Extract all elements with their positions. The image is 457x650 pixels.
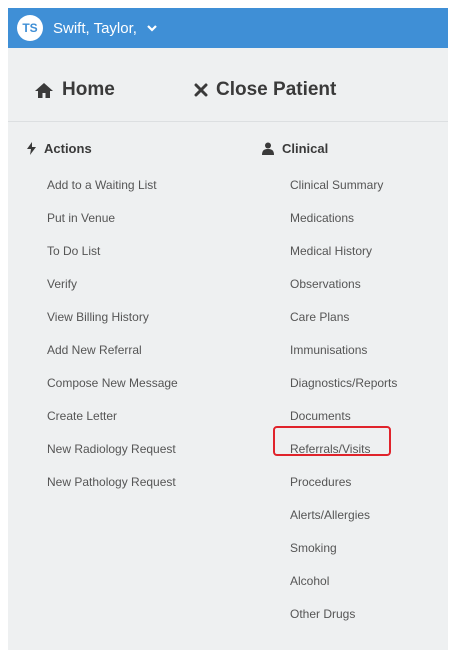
clinical-heading: Clinical: [262, 138, 397, 158]
clinical-list: Clinical Summary Medications Medical His…: [262, 169, 397, 631]
action-verify[interactable]: Verify: [27, 268, 178, 301]
patient-menu-panel: TS Swift, Taylor, Home Close Patient Act…: [8, 8, 448, 650]
home-button[interactable]: Home: [34, 79, 194, 101]
clinical-alerts-allergies[interactable]: Alerts/Allergies: [262, 499, 397, 532]
action-new-pathology-request[interactable]: New Pathology Request: [27, 466, 178, 499]
action-add-to-waiting-list[interactable]: Add to a Waiting List: [27, 169, 178, 202]
home-label: Home: [62, 79, 115, 100]
nav-row: Home Close Patient: [8, 59, 448, 122]
user-topbar[interactable]: TS Swift, Taylor,: [8, 8, 448, 48]
clinical-smoking[interactable]: Smoking: [262, 532, 397, 565]
avatar: TS: [17, 15, 43, 41]
close-patient-button[interactable]: Close Patient: [194, 79, 336, 101]
action-create-letter[interactable]: Create Letter: [27, 400, 178, 433]
action-add-new-referral[interactable]: Add New Referral: [27, 334, 178, 367]
clinical-medications[interactable]: Medications: [262, 202, 397, 235]
clinical-other-drugs[interactable]: Other Drugs: [262, 598, 397, 631]
actions-heading: Actions: [27, 138, 178, 158]
close-icon: [194, 83, 208, 97]
clinical-observations[interactable]: Observations: [262, 268, 397, 301]
clinical-column: Clinical Clinical Summary Medications Me…: [262, 122, 397, 631]
action-put-in-venue[interactable]: Put in Venue: [27, 202, 178, 235]
clinical-diagnostics-reports[interactable]: Diagnostics/Reports: [262, 367, 397, 400]
user-icon: [262, 142, 274, 155]
user-name[interactable]: Swift, Taylor,: [53, 20, 137, 37]
action-new-radiology-request[interactable]: New Radiology Request: [27, 433, 178, 466]
clinical-care-plans[interactable]: Care Plans: [262, 301, 397, 334]
home-icon: [34, 82, 54, 99]
action-to-do-list[interactable]: To Do List: [27, 235, 178, 268]
clinical-immunisations[interactable]: Immunisations: [262, 334, 397, 367]
close-patient-label: Close Patient: [216, 79, 337, 100]
actions-column: Actions Add to a Waiting List Put in Ven…: [27, 122, 178, 499]
actions-list: Add to a Waiting List Put in Venue To Do…: [27, 169, 178, 499]
bolt-icon: [27, 141, 36, 155]
clinical-alcohol[interactable]: Alcohol: [262, 565, 397, 598]
action-compose-new-message[interactable]: Compose New Message: [27, 367, 178, 400]
chevron-down-icon[interactable]: [147, 24, 157, 32]
clinical-medical-history[interactable]: Medical History: [262, 235, 397, 268]
clinical-clinical-summary[interactable]: Clinical Summary: [262, 169, 397, 202]
clinical-procedures[interactable]: Procedures: [262, 466, 397, 499]
action-view-billing-history[interactable]: View Billing History: [27, 301, 178, 334]
documents-highlight-box: [273, 426, 391, 456]
